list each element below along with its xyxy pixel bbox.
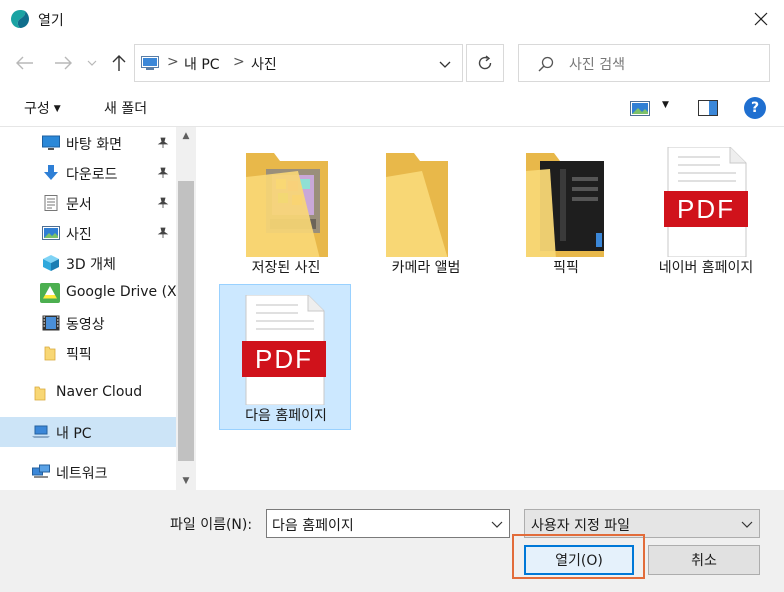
file-list: 저장된 사진 카메라 앨범 픽픽 PDF 네이버 홈페이지 PDF 다음 홈페이… bbox=[196, 127, 784, 490]
recent-locations-chevron-icon[interactable] bbox=[84, 52, 100, 74]
breadcrumb-pictures[interactable]: 사진 bbox=[251, 54, 277, 74]
open-button[interactable]: 열기(O) bbox=[524, 545, 634, 575]
organize-button[interactable]: 구성 ▼ bbox=[24, 98, 61, 118]
new-folder-button[interactable]: 새 폴더 bbox=[104, 98, 147, 118]
sidebar-item-desktop[interactable]: 바탕 화면 bbox=[0, 128, 176, 158]
folder-dark-icon bbox=[526, 153, 604, 257]
scroll-up-icon[interactable]: ▲ bbox=[176, 127, 196, 145]
sidebar-item-naver-cloud[interactable]: Naver Cloud bbox=[0, 378, 176, 408]
file-item[interactable]: 저장된 사진 bbox=[220, 137, 352, 283]
file-item[interactable]: 픽픽 bbox=[500, 137, 632, 283]
this-pc-icon bbox=[141, 56, 159, 70]
chevron-down-icon[interactable] bbox=[491, 518, 503, 530]
pdf-badge: PDF bbox=[677, 194, 735, 224]
folder-icon bbox=[44, 346, 56, 361]
file-item-selected[interactable]: PDF 다음 홈페이지 bbox=[219, 284, 351, 430]
pdf-file-icon: PDF bbox=[242, 295, 326, 405]
window-title: 열기 bbox=[38, 13, 64, 29]
folder-icon bbox=[34, 386, 46, 401]
pdf-badge: PDF bbox=[255, 344, 313, 374]
sidebar-item-network[interactable]: 네트워크 bbox=[0, 457, 176, 487]
filename-input[interactable]: 다음 홈페이지 bbox=[266, 509, 510, 538]
pdf-file-icon: PDF bbox=[664, 147, 748, 257]
search-box[interactable]: 사진 검색 bbox=[518, 44, 770, 82]
cancel-button[interactable]: 취소 bbox=[648, 545, 760, 575]
folder-photos-icon bbox=[246, 153, 328, 257]
breadcrumb-this-pc[interactable]: 내 PC bbox=[184, 54, 220, 74]
pin-icon[interactable] bbox=[157, 227, 169, 239]
dialog-footer: 파일 이름(N): 다음 홈페이지 사용자 지정 파일 열기(O) 취소 bbox=[0, 490, 784, 592]
title-bar: 열기 bbox=[0, 0, 784, 38]
breadcrumb-separator: > bbox=[167, 54, 179, 70]
file-item[interactable]: 카메라 앨범 bbox=[360, 137, 492, 283]
filename-label: 파일 이름(N): bbox=[170, 517, 253, 533]
videos-icon bbox=[42, 315, 60, 331]
sidebar-item-downloads[interactable]: 다운로드 bbox=[0, 158, 176, 188]
up-arrow-icon[interactable] bbox=[108, 52, 130, 74]
search-placeholder: 사진 검색 bbox=[569, 57, 625, 73]
scroll-down-icon[interactable]: ▼ bbox=[176, 472, 196, 490]
desktop-icon bbox=[42, 135, 60, 150]
scrollbar-thumb[interactable] bbox=[178, 181, 194, 461]
forward-arrow-icon[interactable] bbox=[52, 52, 74, 74]
close-icon[interactable] bbox=[738, 0, 784, 38]
sidebar-item-google-drive[interactable]: Google Drive (X bbox=[0, 278, 177, 308]
refresh-icon bbox=[478, 55, 492, 70]
sidebar-scrollbar[interactable]: ▲ ▼ bbox=[176, 127, 196, 490]
breadcrumb-separator: > bbox=[233, 54, 245, 70]
network-icon bbox=[32, 464, 50, 478]
help-icon[interactable]: ? bbox=[744, 97, 766, 119]
navigation-pane: 바탕 화면 다운로드 문서 사진 3D 개체 Google Drive (X 동… bbox=[0, 127, 196, 490]
toolbar: 구성 ▼ 새 폴더 ▼ ? bbox=[0, 92, 784, 126]
address-dropdown-chevron-icon[interactable] bbox=[438, 57, 452, 71]
download-icon bbox=[44, 165, 58, 180]
preview-pane-icon[interactable] bbox=[698, 100, 718, 116]
chevron-down-icon bbox=[741, 521, 753, 528]
view-options-icon[interactable] bbox=[630, 101, 650, 116]
sidebar-item-pictures[interactable]: 사진 bbox=[0, 218, 176, 248]
google-drive-icon bbox=[40, 283, 60, 303]
sidebar-item-this-pc[interactable]: 내 PC bbox=[0, 417, 176, 447]
refresh-button[interactable] bbox=[466, 44, 504, 82]
pin-icon[interactable] bbox=[157, 197, 169, 209]
sidebar-item-3d-objects[interactable]: 3D 개체 bbox=[0, 248, 176, 278]
view-options-chevron-icon[interactable]: ▼ bbox=[662, 100, 669, 110]
back-arrow-icon[interactable] bbox=[14, 52, 36, 74]
document-icon bbox=[44, 195, 58, 211]
sidebar-item-videos[interactable]: 동영상 bbox=[0, 308, 176, 338]
address-bar[interactable]: > 내 PC > 사진 bbox=[134, 44, 463, 82]
pin-icon[interactable] bbox=[157, 167, 169, 179]
folder-icon bbox=[386, 153, 448, 257]
app-logo-icon bbox=[11, 10, 29, 28]
pin-icon[interactable] bbox=[157, 137, 169, 149]
search-icon bbox=[538, 56, 554, 72]
this-pc-icon bbox=[32, 425, 50, 438]
file-item[interactable]: PDF 네이버 홈페이지 bbox=[640, 137, 772, 283]
3d-objects-icon bbox=[43, 255, 59, 271]
pictures-icon bbox=[42, 226, 60, 240]
sidebar-item-documents[interactable]: 문서 bbox=[0, 188, 176, 218]
sidebar-item-pikpik[interactable]: 픽픽 bbox=[0, 338, 176, 368]
